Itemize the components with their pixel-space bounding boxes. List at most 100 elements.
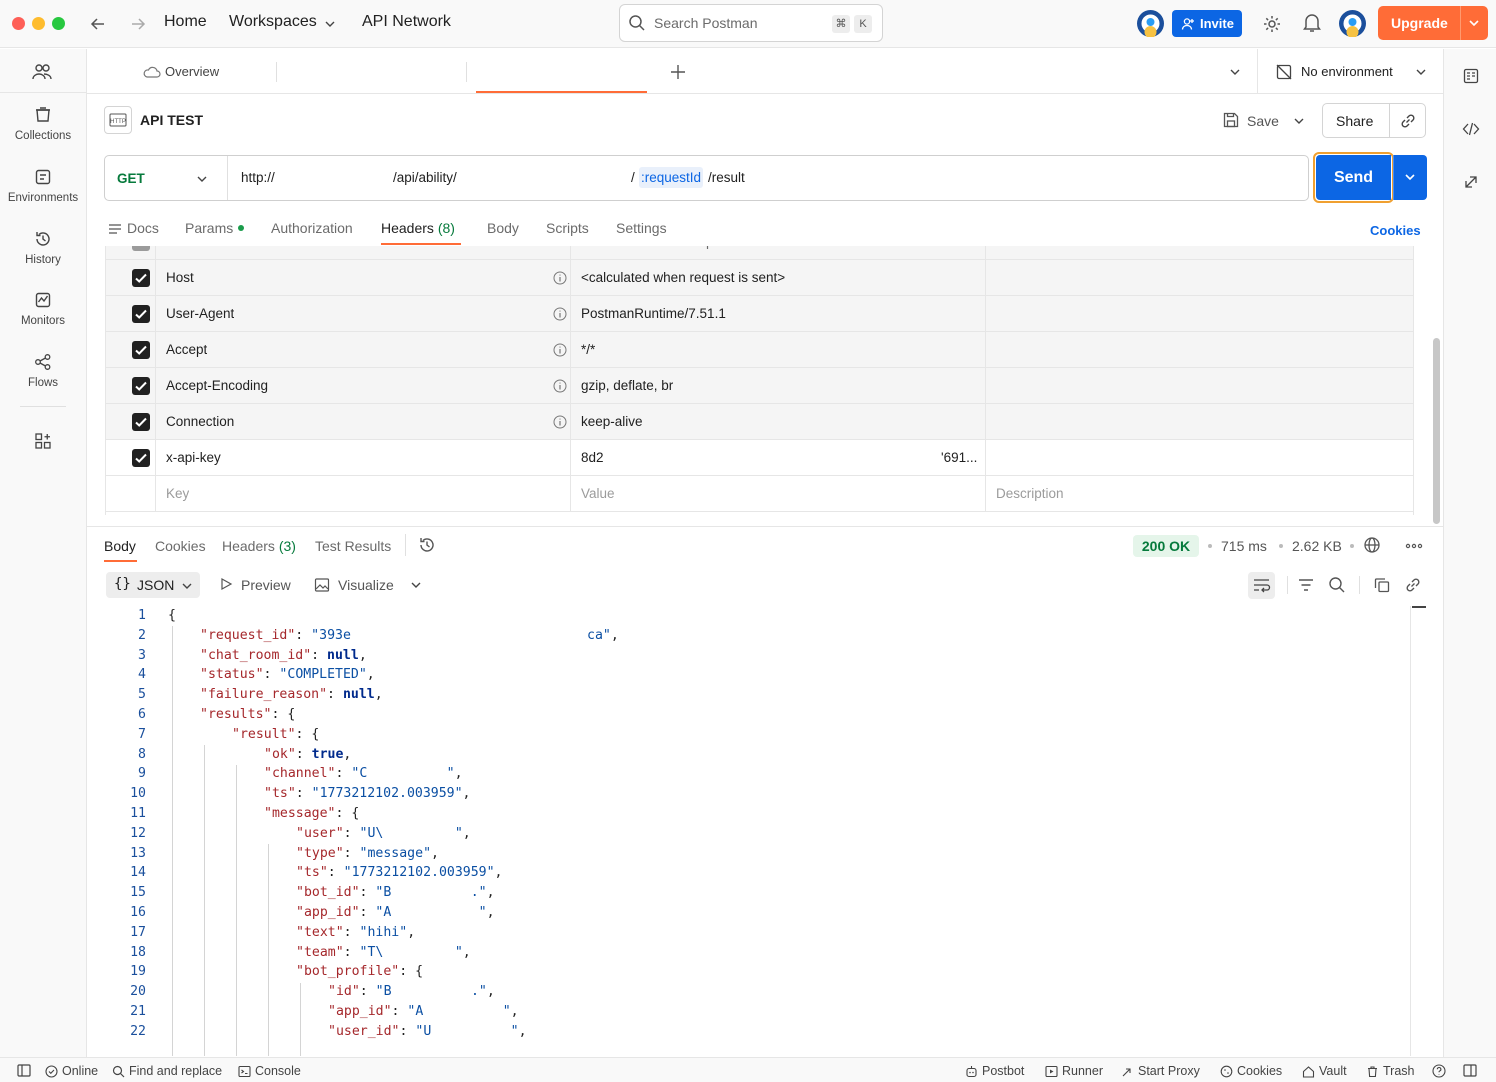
- request-name[interactable]: API TEST: [140, 112, 203, 128]
- description-input[interactable]: Description: [996, 476, 1064, 512]
- send-options-button[interactable]: [1394, 155, 1427, 200]
- info-icon[interactable]: [553, 343, 567, 357]
- url-input[interactable]: http:// /api/ability/ / :requestId /resu…: [241, 156, 1301, 200]
- documentation-icon[interactable]: [1462, 67, 1480, 85]
- tab-params[interactable]: Params: [185, 220, 233, 236]
- chevron-down-icon[interactable]: [324, 18, 336, 30]
- info-icon[interactable]: [553, 379, 567, 393]
- copy-link-icon[interactable]: [1399, 112, 1417, 130]
- chevron-down-icon[interactable]: [1468, 17, 1480, 29]
- url-path-variable[interactable]: :requestId: [639, 167, 704, 188]
- console-button[interactable]: Console: [238, 1064, 301, 1078]
- find-replace-button[interactable]: Find and replace: [112, 1064, 222, 1078]
- environment-selector[interactable]: No environment: [1301, 64, 1393, 79]
- request-scrollbar[interactable]: [1433, 338, 1440, 524]
- method-chevron-icon[interactable]: [196, 173, 208, 185]
- save-options-chevron-icon[interactable]: [1293, 115, 1305, 127]
- format-selector[interactable]: {} JSON: [106, 572, 200, 598]
- header-checkbox[interactable]: [132, 305, 150, 323]
- nav-home[interactable]: Home: [164, 13, 207, 31]
- header-checkbox[interactable]: [132, 449, 150, 467]
- cookies-button[interactable]: Cookies: [1220, 1064, 1282, 1078]
- response-size[interactable]: 2.62 KB: [1292, 538, 1342, 554]
- info-icon[interactable]: [553, 415, 567, 429]
- save-button[interactable]: Save: [1247, 113, 1279, 129]
- response-history-icon[interactable]: [418, 536, 436, 554]
- tab-settings[interactable]: Settings: [616, 220, 667, 236]
- back-arrow-icon[interactable]: [89, 15, 107, 33]
- sidebar-item-environments[interactable]: Environments: [0, 168, 86, 204]
- invite-button[interactable]: Invite: [1172, 10, 1242, 37]
- info-icon[interactable]: [553, 271, 567, 285]
- toggle-right-pane-icon[interactable]: [1463, 1064, 1477, 1077]
- search-input[interactable]: Search Postman ⌘ K: [619, 4, 883, 42]
- search-icon[interactable]: [1328, 576, 1346, 594]
- add-apps-icon[interactable]: [34, 432, 52, 450]
- start-proxy-button[interactable]: Start Proxy: [1121, 1064, 1200, 1078]
- tab-docs[interactable]: Docs: [127, 220, 159, 236]
- copy-icon[interactable]: [1373, 576, 1391, 594]
- key-input[interactable]: Key: [166, 476, 189, 512]
- vault-button[interactable]: Vault: [1302, 1064, 1347, 1078]
- upgrade-button[interactable]: Upgrade: [1378, 6, 1488, 40]
- online-status[interactable]: Online: [45, 1064, 98, 1078]
- header-checkbox[interactable]: [132, 413, 150, 431]
- info-icon[interactable]: [553, 307, 567, 321]
- filter-icon[interactable]: [1297, 576, 1315, 594]
- team-avatar[interactable]: [1137, 10, 1164, 37]
- related-collections-icon[interactable]: [1462, 173, 1480, 191]
- cookies-link[interactable]: Cookies: [1370, 223, 1421, 238]
- maximize-window-button[interactable]: [52, 17, 65, 30]
- header-checkbox[interactable]: [132, 246, 150, 251]
- tab-headers[interactable]: Headers (8): [381, 220, 455, 236]
- nav-api-network[interactable]: API Network: [362, 13, 451, 31]
- minimize-window-button[interactable]: [32, 17, 45, 30]
- share-button[interactable]: Share: [1336, 113, 1373, 129]
- nav-workspaces[interactable]: Workspaces: [229, 13, 317, 31]
- status-badge[interactable]: 200 OK: [1133, 535, 1199, 557]
- sidebar-item-flows[interactable]: Flows: [0, 353, 86, 389]
- tab-authorization[interactable]: Authorization: [271, 220, 353, 236]
- help-icon[interactable]: [1432, 1064, 1446, 1078]
- visualize-button[interactable]: Visualize: [338, 577, 394, 593]
- runner-button[interactable]: Runner: [1045, 1064, 1103, 1078]
- notifications-bell-icon[interactable]: [1303, 13, 1321, 33]
- response-tab-body[interactable]: Body: [104, 538, 136, 554]
- response-time[interactable]: 715 ms: [1221, 538, 1267, 554]
- tab-overview[interactable]: Overview: [165, 64, 219, 79]
- header-checkbox[interactable]: [132, 377, 150, 395]
- response-tab-cookies[interactable]: Cookies: [155, 538, 206, 554]
- response-tab-test-results[interactable]: Test Results: [315, 538, 391, 554]
- wrap-lines-button[interactable]: [1248, 572, 1275, 599]
- toggle-sidebar-icon[interactable]: [17, 1064, 31, 1077]
- save-icon[interactable]: [1222, 111, 1240, 129]
- method-selector[interactable]: GET: [117, 171, 145, 186]
- forward-arrow-icon[interactable]: [129, 15, 147, 33]
- sidebar-item-history[interactable]: History: [0, 230, 86, 266]
- user-avatar[interactable]: [1339, 10, 1366, 37]
- more-options-icon[interactable]: [1405, 543, 1423, 549]
- sidebar-item-monitors[interactable]: Monitors: [0, 291, 86, 327]
- chevron-down-icon[interactable]: [1415, 66, 1427, 78]
- code-icon[interactable]: [1462, 120, 1480, 138]
- globe-icon[interactable]: [1363, 536, 1381, 554]
- trash-button[interactable]: Trash: [1366, 1064, 1415, 1078]
- response-body-editor[interactable]: 1 { 2 "request_id": "393e ca", 3 "chat_r…: [104, 606, 1410, 1056]
- sidebar-item-collections[interactable]: Collections: [0, 106, 86, 142]
- tabs-dropdown-chevron-icon[interactable]: [1229, 66, 1241, 78]
- value-input[interactable]: Value: [581, 476, 615, 512]
- code-scrollbar[interactable]: [1412, 606, 1426, 608]
- response-tab-headers[interactable]: Headers (3): [222, 538, 296, 554]
- tab-body[interactable]: Body: [487, 220, 519, 236]
- tab-scripts[interactable]: Scripts: [546, 220, 589, 236]
- header-key[interactable]: x-api-key: [166, 440, 221, 476]
- visualize-chevron-icon[interactable]: [410, 579, 422, 591]
- header-checkbox[interactable]: [132, 341, 150, 359]
- preview-button[interactable]: Preview: [241, 577, 291, 593]
- settings-gear-icon[interactable]: [1262, 14, 1282, 34]
- header-checkbox[interactable]: [132, 269, 150, 287]
- postbot-button[interactable]: Postbot: [965, 1064, 1024, 1078]
- close-window-button[interactable]: [12, 17, 25, 30]
- link-icon[interactable]: [1404, 576, 1422, 594]
- new-tab-plus-icon[interactable]: [670, 64, 686, 80]
